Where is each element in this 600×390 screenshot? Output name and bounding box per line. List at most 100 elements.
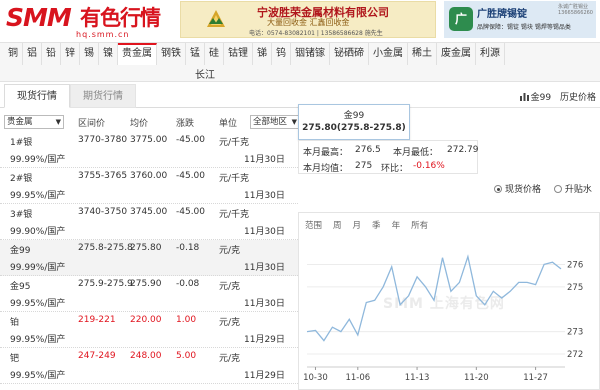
cell-unit: 元/克 <box>219 282 241 292</box>
advert-small-print: 永诚广胜锡业 13665866260 <box>558 4 593 16</box>
cell-spec: 99.95%/国产 <box>10 371 66 381</box>
table-row[interactable]: 铂 99.95%/国产 219-221 220.00 1.00 元/克 11月29日 <box>0 312 298 348</box>
radio-premium[interactable]: 升贴水 <box>553 185 592 195</box>
nav-row: 铜铝铅锌锡镍贵金属 钢铁锰硅钴锂锑钨铟锗镓 铋硒碲 小金属 稀土 废金属 利源 <box>0 43 600 65</box>
table-row[interactable]: 3#银 99.90%/国产 3740-3750 3745.00 -45.00 元/千克 11… <box>0 204 298 240</box>
month-avg-value: 275 <box>355 161 373 171</box>
table-row[interactable]: 金95 99.95%/国产 275.9-275.9 275.90 -0.08 元/克 11月… <box>0 276 298 312</box>
nav-item[interactable]: 铅 <box>42 43 61 65</box>
cell-change: -45.00 <box>176 135 206 145</box>
month-low-label: 本月最低： <box>393 148 439 158</box>
history-price-link[interactable]: 历史价格 <box>560 93 596 103</box>
nav-item[interactable]: 利源 <box>476 43 505 65</box>
mom-value: -0.16% <box>413 161 445 171</box>
radio-spot[interactable]: 现货价格 <box>494 185 541 195</box>
month-high-label: 本月最高： <box>303 148 349 158</box>
nav-item[interactable]: 铜 <box>4 43 23 65</box>
nav-item[interactable]: 镍 <box>99 43 118 65</box>
price-panel: 现货行情 期货行情 贵金属 ▼ 区间价 均价 涨跌 单位 全部地区 ▼ 1#银 99.… <box>0 82 300 390</box>
table-row[interactable]: 1#银 99.99%/国产 3770-3780 3775.00 -45.00 元/千克 11… <box>0 132 298 168</box>
cell-spec: 99.99%/国产 <box>10 263 66 273</box>
month-high-value: 276.5 <box>355 145 381 155</box>
gold99-link[interactable]: 金99 <box>531 93 551 103</box>
advert-slogan: 大量回收金 汇鑫回收金 <box>267 18 350 27</box>
table-row[interactable]: 钯 99.95%/国产 247-249 248.00 5.00 元/克 11月29日 <box>0 348 298 384</box>
cell-range: 3740-3750 <box>78 207 128 217</box>
logo-mark: SMM <box>6 3 72 32</box>
nav-item[interactable]: 钨 <box>272 43 291 65</box>
cell-avg: 3760.00 <box>130 171 168 181</box>
nav-item[interactable]: 贵金属 <box>118 43 157 65</box>
table-row[interactable]: 金99 99.99%/国产 275.8-275.8 275.80 -0.18 元/克 11月… <box>0 240 298 276</box>
cell-range: 275.9-275.9 <box>78 279 133 289</box>
advert-title: 广胜牌锡锭 <box>477 9 527 20</box>
cell-spec: 99.95%/国产 <box>10 335 66 345</box>
month-avg-label: 本月均值： <box>303 164 349 174</box>
region-select[interactable]: 全部地区 ▼ <box>250 115 300 129</box>
radio-checked-icon <box>494 185 502 193</box>
tab-spot[interactable]: 现货行情 <box>4 84 70 108</box>
table-row[interactable]: 2#银 99.95%/国产 3755-3765 3760.00 -45.00 元/千克 11… <box>0 168 298 204</box>
price-chart: 范围周月季年所有 SMM 上海有色网 272 273 275 276 10-30 11-0… <box>298 212 600 390</box>
cell-name: 3#银 <box>10 210 33 220</box>
nav-item[interactable]: 废金属 <box>437 43 476 65</box>
cell-range: 219-221 <box>78 315 116 325</box>
cell-date: 11月29日 <box>244 335 285 345</box>
nav-item[interactable]: 钴锂 <box>224 43 253 65</box>
card-name: 金99 <box>343 111 365 121</box>
cell-change: 5.00 <box>176 351 197 361</box>
nav-item[interactable]: 铋硒碲 <box>330 43 369 65</box>
nav-item[interactable]: 锑 <box>253 43 272 65</box>
advert-banner-guangsheng[interactable]: 广 广胜牌锡锭 永诚广胜锡业 13665866260 品牌保障：锡锭 锡块 锡焊… <box>444 1 596 38</box>
nav-item[interactable]: 钢铁 <box>157 43 186 65</box>
nav-item[interactable]: 铝 <box>23 43 42 65</box>
header-unit: 单位 <box>219 119 238 129</box>
cell-avg: 3775.00 <box>130 135 168 145</box>
tab-futures[interactable]: 期货行情 <box>70 84 136 108</box>
x-tick-label: 11-13 <box>405 373 430 383</box>
chevron-down-icon: ▼ <box>55 118 61 126</box>
price-line-chart: 272 273 275 276 10-30 11-06 11-13 11-20 11-27 <box>303 254 583 383</box>
cell-range: 3770-3780 <box>78 135 128 145</box>
market-tabs: 现货行情 期货行情 <box>0 82 298 108</box>
cell-name: 2#银 <box>10 174 33 184</box>
cell-name: 金95 <box>10 282 31 292</box>
smm-logo[interactable]: SMM 有色行情 hq.smm.cn <box>6 3 161 40</box>
cell-unit: 元/克 <box>219 246 241 256</box>
category-select[interactable]: 贵金属 ▼ <box>4 115 64 129</box>
nav-item-changjiang[interactable]: 长江 <box>195 66 215 81</box>
cell-unit: 元/克 <box>219 318 241 328</box>
nav-item[interactable]: 铟锗镓 <box>291 43 330 65</box>
advert-banner-shengrong[interactable]: 宁波胜荣金属材料有限公司 大量回收金 汇鑫回收金 电话：0574-8308210… <box>180 1 436 38</box>
cell-spec: 99.90%/国产 <box>10 227 66 237</box>
month-low-value: 272.79 <box>447 145 479 155</box>
monthly-stats: 本月最高： 276.5 本月最低： 272.79 本月均值： 275 环比： -… <box>298 140 479 174</box>
cell-unit: 元/千克 <box>219 210 250 220</box>
radio-premium-label: 升贴水 <box>564 185 592 195</box>
nav-item[interactable]: 硅 <box>205 43 224 65</box>
nav-item[interactable]: 锌 <box>61 43 80 65</box>
cell-avg: 248.00 <box>130 351 162 361</box>
cell-range: 247-249 <box>78 351 116 361</box>
nav-item[interactable]: 小金属 <box>369 43 408 65</box>
header-avg: 均价 <box>130 119 149 129</box>
gold-ingot-icon <box>207 10 225 27</box>
cell-date: 11月30日 <box>244 299 285 309</box>
nav-item[interactable]: 锡 <box>80 43 99 65</box>
nav-item[interactable]: 锰 <box>186 43 205 65</box>
mom-label: 环比： <box>381 164 409 174</box>
cell-spec: 99.99%/国产 <box>10 155 66 165</box>
nav-item[interactable]: 稀土 <box>408 43 437 65</box>
header-range: 区间价 <box>78 119 106 129</box>
cell-date: 11月30日 <box>244 191 285 201</box>
detail-panel: 金99 历史价格 金99 275.80(275.8-275.8) 本月最高： 2… <box>298 82 600 390</box>
detail-links: 金99 历史价格 <box>519 90 596 103</box>
cell-range: 275.8-275.8 <box>78 243 133 253</box>
x-tick-label: 11-20 <box>464 373 489 383</box>
cell-spec: 99.95%/国产 <box>10 191 66 201</box>
table-header: 贵金属 ▼ 区间价 均价 涨跌 单位 全部地区 ▼ <box>0 114 300 132</box>
advert-description: 品牌保障：锡锭 锡块 锡焊等锡品类 <box>477 24 571 31</box>
metal-category-nav: 铜铝铅锌锡镍贵金属 钢铁锰硅钴锂锑钨铟锗镓 铋硒碲 小金属 稀土 废金属 利源 长江 <box>0 42 600 82</box>
cell-avg: 275.80 <box>130 243 162 253</box>
cell-date: 11月29日 <box>244 371 285 381</box>
